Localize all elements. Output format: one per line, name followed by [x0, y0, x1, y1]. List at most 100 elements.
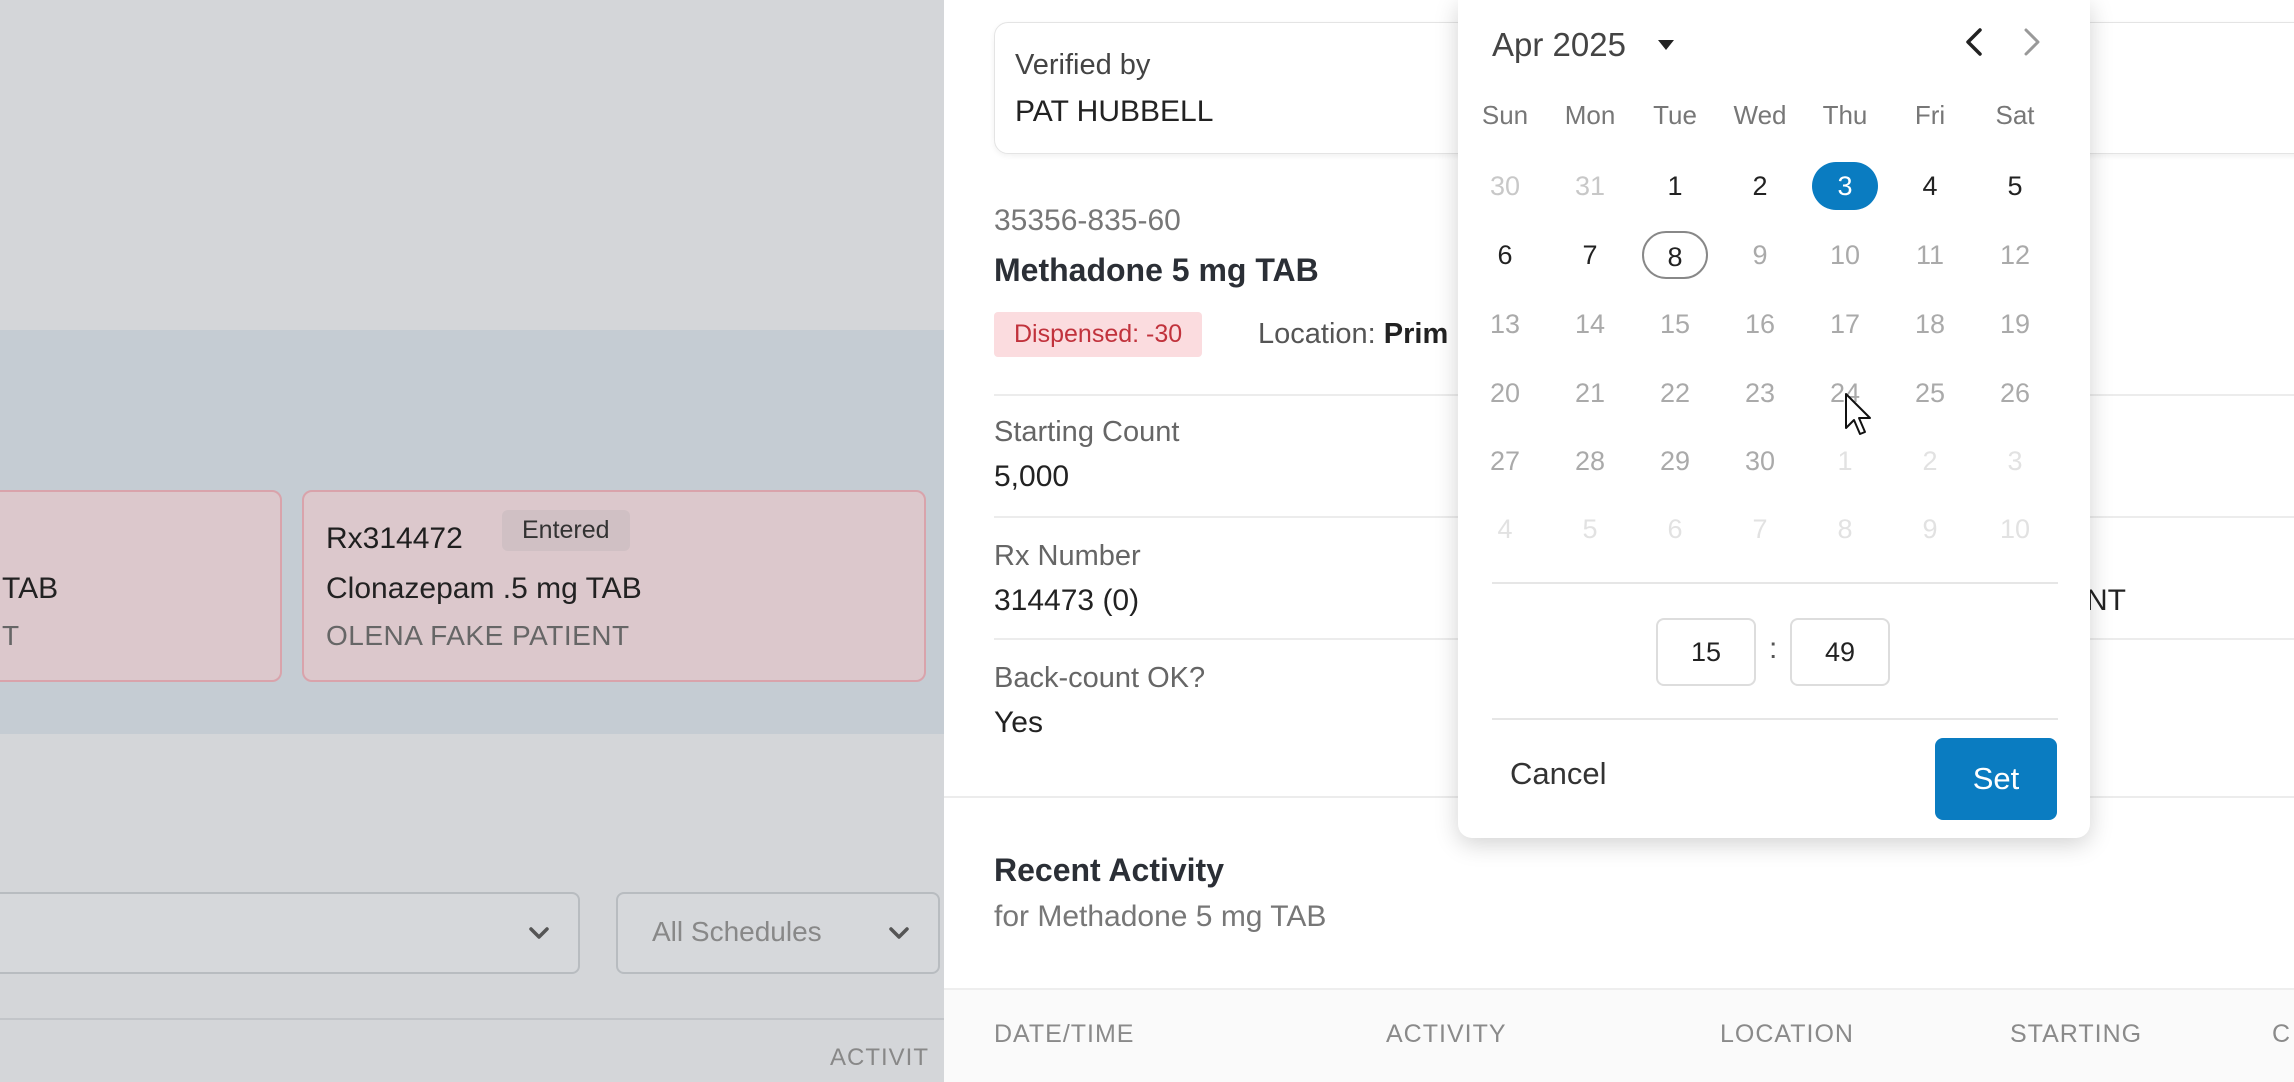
backcount-value: Yes — [994, 706, 1043, 739]
calendar-day-selected[interactable]: 3 — [1812, 162, 1878, 210]
chevron-left-icon[interactable] — [1958, 22, 1992, 62]
calendar-day[interactable]: 4 — [1472, 505, 1538, 553]
calendar-day[interactable]: 21 — [1557, 369, 1623, 417]
dispensed-badge: Dispensed: -30 — [994, 312, 1203, 357]
calendar-day[interactable]: 1 — [1812, 437, 1878, 485]
calendar-day[interactable]: 31 — [1557, 162, 1623, 210]
ndc-number: 35356-835-60 — [994, 204, 1181, 237]
starting-count-label: Starting Count — [994, 416, 1180, 448]
status-badge: Entered — [502, 510, 630, 551]
column-header-activity[interactable]: ACTIVITY — [1386, 1020, 1507, 1049]
calendar-day[interactable]: 14 — [1557, 300, 1623, 348]
backcount-label: Back-count OK? — [994, 662, 1206, 694]
column-header-starting[interactable]: STARTING — [2010, 1020, 2142, 1049]
calendar-day[interactable]: 16 — [1727, 300, 1793, 348]
weekday-label: Sun — [1481, 100, 1529, 130]
location-info: Location: Prim — [1258, 318, 1448, 351]
patient-fragment: NT — [2086, 584, 2126, 617]
calendar-day[interactable]: 8 — [1812, 505, 1878, 553]
starting-count-value: 5,000 — [994, 460, 1070, 493]
calendar-day[interactable]: 2 — [1727, 162, 1793, 210]
column-header-location[interactable]: LOCATION — [1720, 1020, 1854, 1049]
calendar-day[interactable]: 3 — [1982, 437, 2048, 485]
column-header-datetime[interactable]: DATE/TIME — [994, 1020, 1134, 1049]
filter-select[interactable] — [0, 892, 580, 974]
calendar-day[interactable]: 11 — [1897, 231, 1963, 279]
calendar-day[interactable]: 27 — [1472, 437, 1538, 485]
weekday-label: Sat — [1995, 100, 2035, 130]
column-header-activity: ACTIVIT — [830, 1044, 930, 1071]
calendar-day[interactable]: 5 — [1982, 162, 2048, 210]
verified-label: Verified by — [1015, 49, 1151, 81]
rx-number-value: 314473 (0) — [994, 584, 1140, 617]
calendar-day[interactable]: 1 — [1642, 162, 1708, 210]
chevron-down-icon — [889, 927, 909, 939]
calendar-day[interactable]: 13 — [1472, 300, 1538, 348]
divider — [1492, 718, 2058, 720]
calendar-day[interactable]: 26 — [1982, 369, 2048, 417]
calendar-day[interactable]: 18 — [1897, 300, 1963, 348]
divider — [0, 1018, 944, 1020]
rx-card-number: Rx314472 — [326, 522, 463, 555]
rx-card-partial[interactable]: TAB T — [0, 490, 282, 682]
calendar-day[interactable]: 30 — [1472, 162, 1538, 210]
location-value: Prim — [1383, 318, 1449, 350]
chevron-right-icon[interactable] — [2014, 22, 2048, 62]
mouse-cursor-icon — [1845, 393, 1871, 435]
calendar-day[interactable]: 17 — [1812, 300, 1878, 348]
weekday-label: Fri — [1914, 100, 1946, 130]
calendar-day[interactable]: 5 — [1557, 505, 1623, 553]
weekday-label: Wed — [1733, 100, 1787, 130]
caret-down-icon[interactable] — [1658, 40, 1674, 50]
weekday-label: Mon — [1564, 100, 1616, 130]
divider — [1492, 582, 2058, 584]
column-header-count[interactable]: C — [2272, 1020, 2291, 1049]
calendar-day[interactable]: 6 — [1642, 505, 1708, 553]
hour-input[interactable]: 15 — [1656, 618, 1756, 686]
rx-card-patient: OLENA FAKE PATIENT — [326, 620, 630, 651]
calendar-day[interactable]: 7 — [1557, 231, 1623, 279]
calendar-day[interactable]: 10 — [1812, 231, 1878, 279]
calendar-day[interactable]: 15 — [1642, 300, 1708, 348]
schedule-select-value: All Schedules — [652, 916, 822, 947]
weekday-label: Tue — [1653, 100, 1697, 130]
calendar-day[interactable]: 20 — [1472, 369, 1538, 417]
calendar-day[interactable]: 25 — [1897, 369, 1963, 417]
calendar-day[interactable]: 7 — [1727, 505, 1793, 553]
chevron-down-icon — [529, 927, 549, 939]
month-year-selector[interactable]: Apr 2025 — [1492, 26, 1626, 64]
weekday-label: Thu — [1822, 100, 1868, 130]
calendar-day[interactable]: 22 — [1642, 369, 1708, 417]
rx-card-patient: T — [2, 620, 20, 651]
calendar-day[interactable]: 4 — [1897, 162, 1963, 210]
activity-table-header: DATE/TIME ACTIVITY LOCATION STARTING C — [944, 988, 2294, 1082]
calendar-day-today[interactable]: 8 — [1642, 231, 1708, 279]
time-separator: : — [1769, 632, 1778, 665]
set-button[interactable]: Set — [1935, 738, 2057, 820]
calendar-day[interactable]: 23 — [1727, 369, 1793, 417]
calendar-day[interactable]: 30 — [1727, 437, 1793, 485]
drug-title: Methadone 5 mg TAB — [994, 252, 1319, 288]
background-overlay — [0, 0, 944, 330]
rx-card-drug: TAB — [2, 572, 59, 605]
rx-card-drug: Clonazepam .5 mg TAB — [326, 572, 642, 605]
calendar-day[interactable]: 10 — [1982, 505, 2048, 553]
schedule-select[interactable]: All Schedules — [616, 892, 940, 974]
minute-input[interactable]: 49 — [1790, 618, 1890, 686]
calendar-day[interactable]: 19 — [1982, 300, 2048, 348]
rx-number-label: Rx Number — [994, 540, 1141, 572]
calendar-day[interactable]: 12 — [1982, 231, 2048, 279]
calendar-day[interactable]: 28 — [1557, 437, 1623, 485]
location-label: Location: — [1258, 318, 1376, 350]
cancel-button[interactable]: Cancel — [1510, 756, 1607, 792]
recent-activity-title: Recent Activity — [994, 852, 1224, 888]
verified-value: PAT HUBBELL — [1015, 95, 1214, 128]
date-picker: Apr 2025 Sun Mon Tue Wed Thu Fri Sat 30 31 1 2 3 4 5… — [1458, 0, 2090, 838]
rx-card[interactable]: Rx314472 Entered Clonazepam .5 mg TAB OL… — [302, 490, 926, 682]
calendar-day[interactable]: 29 — [1642, 437, 1708, 485]
calendar-day[interactable]: 6 — [1472, 231, 1538, 279]
recent-activity-subtitle: for Methadone 5 mg TAB — [994, 900, 1327, 933]
calendar-day[interactable]: 9 — [1897, 505, 1963, 553]
calendar-day[interactable]: 9 — [1727, 231, 1793, 279]
calendar-day[interactable]: 2 — [1897, 437, 1963, 485]
